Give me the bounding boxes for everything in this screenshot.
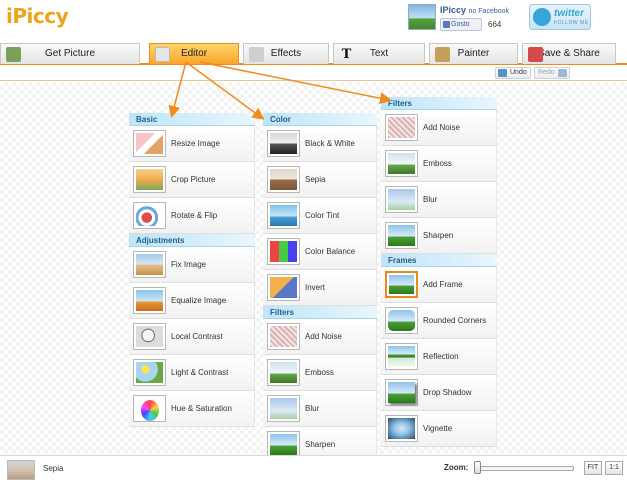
section-header-adjustments: Adjustments (129, 234, 255, 247)
tab-effects[interactable]: Effects (243, 43, 329, 64)
tab-get-picture[interactable]: Get Picture (0, 43, 140, 64)
section-header-color: Color (263, 113, 377, 126)
crop-picture-icon (133, 166, 166, 193)
menu-item-equalize-image[interactable]: Equalize Image (129, 283, 255, 319)
magnifier-contrast-icon (133, 323, 166, 350)
blur-icon (267, 395, 300, 422)
save-disk-icon (528, 47, 543, 62)
edit-toolbar: Undo Redo (0, 65, 627, 81)
menu-item-add-noise-2[interactable]: Add Noise (263, 319, 377, 355)
effects-icon (249, 47, 264, 62)
editor-menu-column-3: Filters Add Noise Emboss Blur Sharpen Fr… (381, 97, 497, 447)
section-header-basic: Basic (129, 113, 255, 126)
main-tab-bar: Get Picture Editor Effects T Text Painte… (0, 40, 627, 65)
menu-item-sharpen[interactable]: Sharpen (381, 218, 497, 254)
text-t-icon: T (341, 47, 352, 62)
facebook-page-name[interactable]: IPiccy no Facebook (440, 5, 509, 15)
undo-icon (498, 69, 507, 77)
facebook-like-button[interactable]: Gosto (440, 18, 482, 31)
tab-painter[interactable]: Painter (429, 43, 518, 64)
app-header: iPiccy IPiccy no Facebook Gosto 664 twit… (0, 0, 627, 40)
vignette-icon (385, 415, 418, 442)
menu-item-color-tint[interactable]: Color Tint (263, 198, 377, 234)
menu-item-blur-2[interactable]: Blur (263, 391, 377, 427)
menu-item-rotate-flip[interactable]: Rotate & Flip (129, 198, 255, 234)
menu-item-hue-saturation[interactable]: Hue & Saturation (129, 391, 255, 427)
paint-brush-icon (435, 47, 450, 62)
color-wheel-icon (133, 395, 166, 422)
menu-item-add-noise[interactable]: Add Noise (381, 110, 497, 146)
equalize-image-icon (133, 287, 166, 314)
menu-item-reflection[interactable]: Reflection (381, 339, 497, 375)
menu-item-resize-image[interactable]: Resize Image (129, 126, 255, 162)
current-effect-thumbnail[interactable] (7, 460, 35, 480)
editor-menu-column-1: Basic Resize Image Crop Picture Rotate &… (129, 113, 255, 427)
twitter-follow-button[interactable]: twitter FOLLOW ME (529, 4, 591, 30)
add-frame-icon (385, 271, 418, 298)
menu-item-drop-shadow[interactable]: Drop Shadow (381, 375, 497, 411)
reflection-icon (385, 343, 418, 370)
rotate-flip-icon (133, 202, 166, 229)
tab-save-share[interactable]: Save & Share (522, 43, 616, 64)
resize-image-icon (133, 130, 166, 157)
emboss-icon (267, 359, 300, 386)
twitter-bird-icon (533, 8, 551, 26)
thumbs-up-icon (443, 21, 450, 28)
sepia-icon (267, 166, 300, 193)
zoom-slider-track[interactable] (474, 466, 574, 471)
zoom-slider-handle[interactable] (474, 461, 481, 474)
menu-item-vignette[interactable]: Vignette (381, 411, 497, 447)
zoom-actual-size-button[interactable]: 1:1 (605, 461, 623, 475)
menu-item-emboss-2[interactable]: Emboss (263, 355, 377, 391)
menu-item-fix-image[interactable]: Fix Image (129, 247, 255, 283)
invert-icon (267, 274, 300, 301)
emboss-icon (385, 150, 418, 177)
status-bar: Sepia Zoom: FIT 1:1 (0, 455, 627, 480)
color-tint-icon (267, 202, 300, 229)
section-header-filters-2: Filters (263, 306, 377, 319)
add-noise-icon (385, 114, 418, 141)
menu-item-sepia[interactable]: Sepia (263, 162, 377, 198)
add-noise-icon (267, 323, 300, 350)
menu-item-light-contrast[interactable]: Light & Contrast (129, 355, 255, 391)
editor-tools-icon (155, 47, 170, 62)
black-white-icon (267, 130, 300, 157)
tab-editor[interactable]: Editor (149, 43, 239, 64)
drop-shadow-icon (385, 379, 418, 406)
tab-text[interactable]: T Text (333, 43, 425, 64)
redo-button[interactable]: Redo (534, 67, 570, 79)
menu-item-local-contrast[interactable]: Local Contrast (129, 319, 255, 355)
undo-button[interactable]: Undo (495, 67, 531, 79)
menu-item-blur[interactable]: Blur (381, 182, 497, 218)
menu-item-emboss[interactable]: Emboss (381, 146, 497, 182)
rounded-corners-icon (385, 307, 418, 334)
menu-item-add-frame[interactable]: Add Frame (381, 267, 497, 303)
sharpen-icon (267, 431, 300, 458)
menu-item-rounded-corners[interactable]: Rounded Corners (381, 303, 497, 339)
sun-contrast-icon (133, 359, 166, 386)
section-header-filters: Filters (381, 97, 497, 110)
fix-image-icon (133, 251, 166, 278)
blur-icon (385, 186, 418, 213)
menu-item-black-white[interactable]: Black & White (263, 126, 377, 162)
app-logo[interactable]: iPiccy (6, 4, 69, 28)
zoom-label: Zoom: (444, 463, 469, 472)
redo-icon (557, 69, 567, 77)
sharpen-icon (385, 222, 418, 249)
menu-item-color-balance[interactable]: Color Balance (263, 234, 377, 270)
facebook-page-thumbnail[interactable] (408, 4, 436, 30)
zoom-fit-button[interactable]: FIT (584, 461, 602, 475)
facebook-like-count: 664 (488, 20, 502, 29)
menu-item-crop-picture[interactable]: Crop Picture (129, 162, 255, 198)
editor-menu-column-2: Color Black & White Sepia Color Tint Col… (263, 113, 377, 463)
section-header-frames: Frames (381, 254, 497, 267)
current-effect-label: Sepia (43, 464, 64, 473)
facebook-widget: IPiccy no Facebook Gosto 664 (408, 2, 520, 34)
color-balance-icon (267, 238, 300, 265)
menu-item-invert[interactable]: Invert (263, 270, 377, 306)
download-picture-icon (6, 47, 21, 62)
